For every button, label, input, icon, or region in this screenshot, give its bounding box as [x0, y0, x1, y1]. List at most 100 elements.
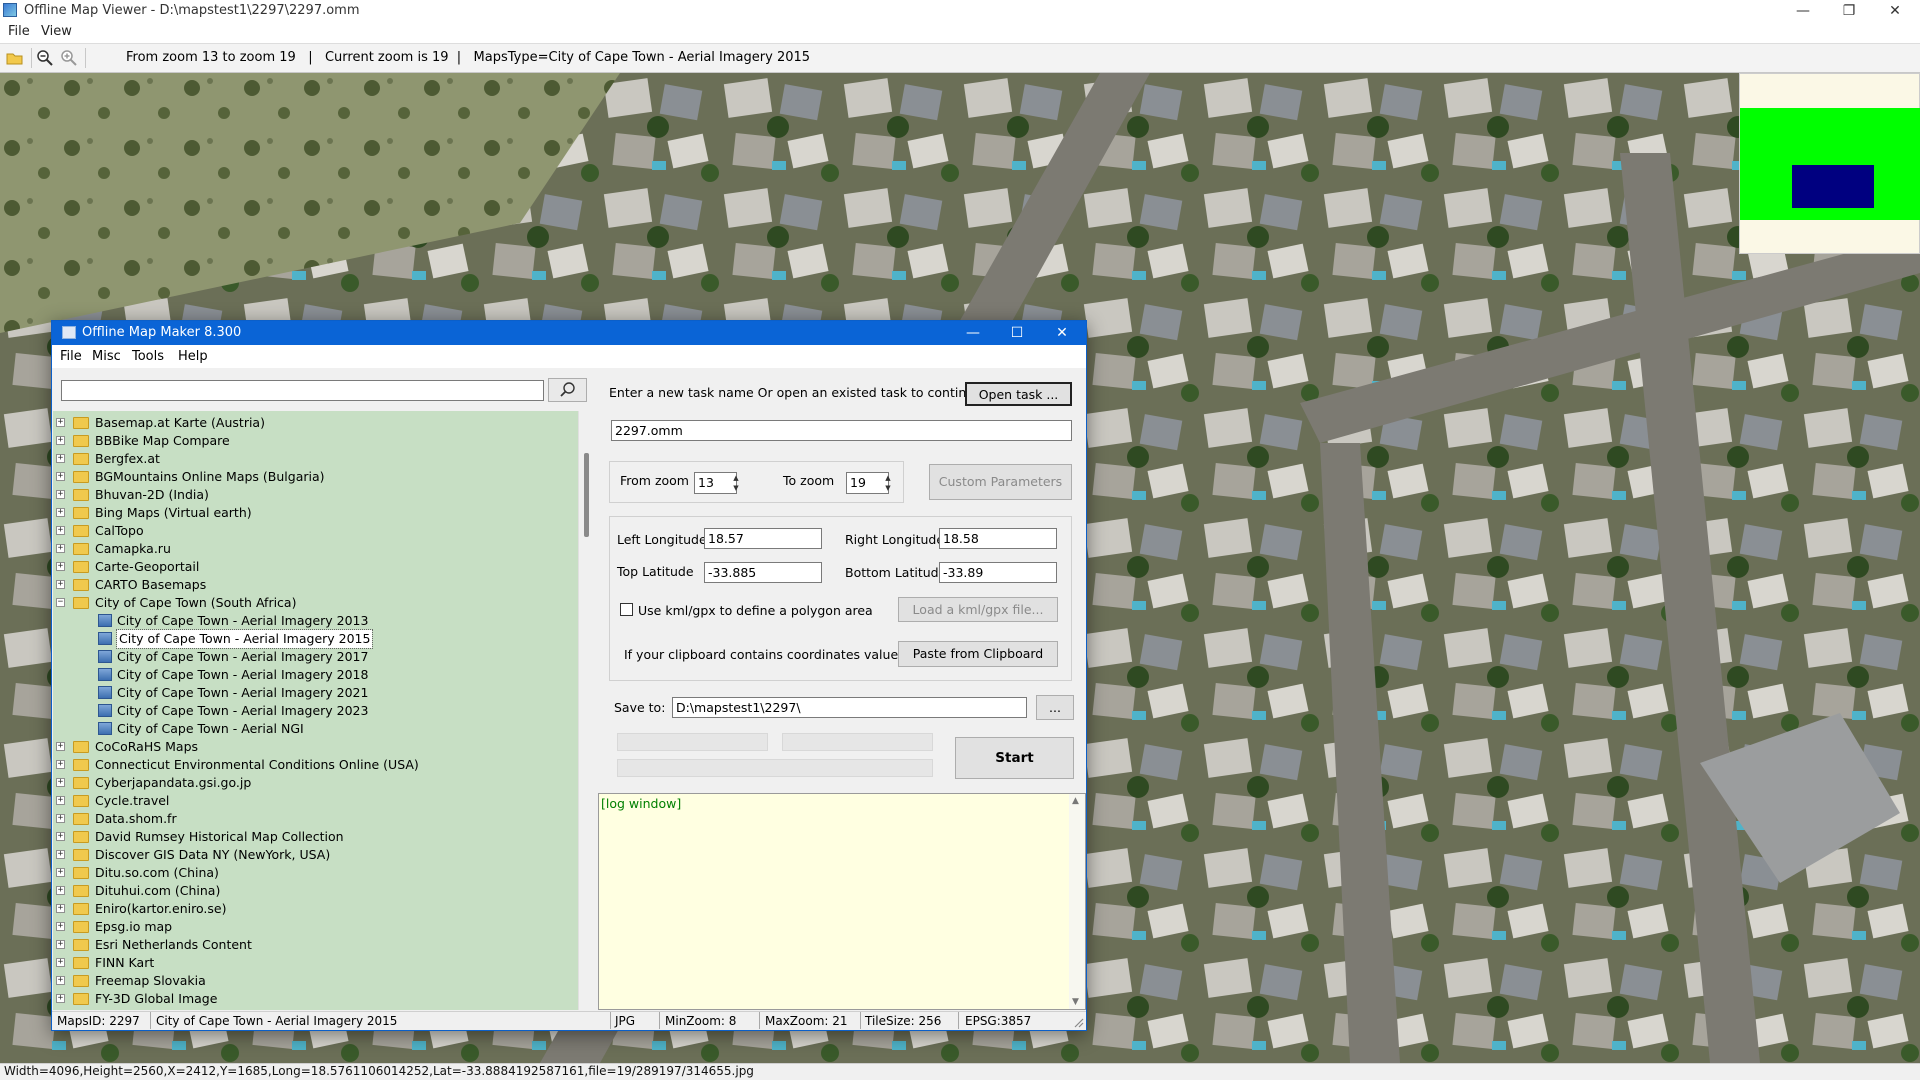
folder-icon [73, 453, 89, 465]
status-map-name: City of Cape Town - Aerial Imagery 2015 [156, 1014, 398, 1028]
expand-icon[interactable]: + [56, 778, 65, 787]
left-longitude-input[interactable]: 18.57 [704, 528, 822, 549]
expand-icon[interactable]: + [56, 418, 65, 427]
status-divider [150, 1012, 151, 1029]
from-zoom-up-arrow[interactable]: ▲ [729, 473, 743, 483]
viewer-maximize-button[interactable]: ❐ [1826, 0, 1872, 22]
dialog-menu-help[interactable]: Help [178, 349, 208, 364]
folder-icon [73, 867, 89, 879]
expand-icon[interactable]: + [56, 904, 65, 913]
viewer-minimize-button[interactable]: — [1780, 0, 1826, 22]
expand-icon[interactable]: + [56, 832, 65, 841]
expand-icon[interactable]: + [56, 544, 65, 553]
expand-icon[interactable]: + [56, 472, 65, 481]
start-button[interactable]: Start [955, 737, 1074, 779]
expand-icon[interactable]: + [56, 976, 65, 985]
tree-item-label: Bing Maps (Virtual earth) [95, 505, 252, 520]
expand-icon[interactable]: + [56, 436, 65, 445]
folder-icon [73, 507, 89, 519]
dialog-menu-tools[interactable]: Tools [132, 349, 164, 364]
tree-item-label: Carte-Geoportail [95, 559, 200, 574]
map-search-input[interactable] [61, 380, 544, 401]
status-epsg: EPSG:3857 [965, 1014, 1032, 1028]
expand-icon[interactable]: + [56, 850, 65, 859]
kml-checkbox[interactable] [620, 603, 633, 616]
expand-icon[interactable]: + [56, 796, 65, 805]
save-to-input[interactable]: D:\mapstest1\2297\ [672, 697, 1027, 718]
tree-item-label: Eniro(kartor.eniro.se) [95, 901, 227, 916]
expand-icon[interactable]: + [56, 580, 65, 589]
load-kml-button[interactable]: Load a kml/gpx file... [898, 597, 1058, 622]
expand-icon[interactable]: + [56, 562, 65, 571]
open-folder-icon[interactable] [6, 49, 24, 67]
collapse-icon[interactable]: − [56, 598, 65, 607]
expand-icon[interactable]: + [56, 508, 65, 517]
tree-item-label: Ditu.so.com (China) [95, 865, 219, 880]
custom-parameters-button[interactable]: Custom Parameters [929, 464, 1072, 500]
bottom-latitude-input[interactable]: -33.89 [939, 562, 1057, 583]
folder-icon [73, 939, 89, 951]
log-scrollbar[interactable]: ▲ ▼ [1069, 794, 1085, 1009]
map-layer-icon [98, 704, 112, 717]
folder-icon [73, 777, 89, 789]
dialog-maximize-button[interactable]: ☐ [995, 321, 1039, 345]
dialog-title: Offline Map Maker 8.300 [82, 325, 242, 340]
top-latitude-input[interactable]: -33.885 [704, 562, 822, 583]
expand-icon[interactable]: + [56, 814, 65, 823]
tree-item-label: Esri Netherlands Content [95, 937, 252, 952]
expand-icon[interactable]: + [56, 886, 65, 895]
folder-icon [73, 993, 89, 1005]
tree-item-label: City of Cape Town - Aerial Imagery 2015 [115, 629, 374, 649]
viewer-menu-file[interactable]: File [8, 24, 30, 39]
expand-icon[interactable]: + [56, 526, 65, 535]
expand-icon[interactable]: + [56, 922, 65, 931]
browse-button[interactable]: ... [1036, 695, 1074, 720]
status-divider [759, 1012, 760, 1029]
task-name-input[interactable]: 2297.omm [611, 420, 1072, 441]
dialog-minimize-button[interactable]: — [951, 321, 995, 345]
dialog-menu-misc[interactable]: Misc [92, 349, 121, 364]
tree-item-label: Data.shom.fr [95, 811, 177, 826]
expand-icon[interactable]: + [56, 742, 65, 751]
folder-icon [73, 795, 89, 807]
dialog-menu-file[interactable]: File [60, 349, 82, 364]
resize-grip-icon[interactable] [1072, 1016, 1084, 1028]
open-task-button[interactable]: Open task ... [965, 382, 1072, 406]
status-divider [860, 1012, 861, 1029]
expand-icon[interactable]: + [56, 994, 65, 1003]
folder-icon [73, 813, 89, 825]
tree-item-label: Freemap Slovakia [95, 973, 206, 988]
expand-icon[interactable]: + [56, 454, 65, 463]
tree-item-label: CARTO Basemaps [95, 577, 207, 592]
folder-icon [73, 417, 89, 429]
expand-icon[interactable]: + [56, 490, 65, 499]
expand-icon[interactable]: + [56, 760, 65, 769]
scroll-up-icon[interactable]: ▲ [1072, 796, 1079, 806]
zoom-in-icon[interactable] [60, 49, 78, 67]
zoom-out-icon[interactable] [36, 49, 54, 67]
tree-scrollbar-thumb[interactable] [584, 453, 589, 537]
to-zoom-down-arrow[interactable]: ▼ [881, 483, 895, 493]
save-to-label: Save to: [614, 700, 666, 715]
expand-icon[interactable]: + [56, 958, 65, 967]
toolbar-divider [31, 48, 32, 68]
paste-clipboard-button[interactable]: Paste from Clipboard [898, 641, 1058, 667]
viewer-close-button[interactable]: ✕ [1872, 0, 1918, 22]
right-longitude-input[interactable]: 18.58 [939, 528, 1057, 549]
expand-icon[interactable]: + [56, 940, 65, 949]
viewer-menu-view[interactable]: View [41, 24, 72, 39]
from-zoom-label: From zoom [620, 473, 689, 488]
to-zoom-up-arrow[interactable]: ▲ [881, 473, 895, 483]
log-window[interactable] [598, 793, 1086, 1010]
scroll-down-icon[interactable]: ▼ [1072, 997, 1079, 1007]
minimap-view-rect[interactable] [1792, 165, 1874, 208]
tree-item-label: City of Cape Town - Aerial Imagery 2018 [117, 667, 369, 682]
expand-icon[interactable]: + [56, 868, 65, 877]
search-button[interactable] [548, 378, 587, 402]
dialog-close-button[interactable]: ✕ [1040, 321, 1084, 345]
map-source-tree[interactable]: + Basemap.at Karte (Austria) + BBBike Map C… [53, 411, 578, 1010]
folder-icon [73, 525, 89, 537]
tree-item-label: City of Cape Town - Aerial NGI [117, 721, 304, 736]
status-format: JPG [615, 1014, 636, 1028]
from-zoom-down-arrow[interactable]: ▼ [729, 483, 743, 493]
